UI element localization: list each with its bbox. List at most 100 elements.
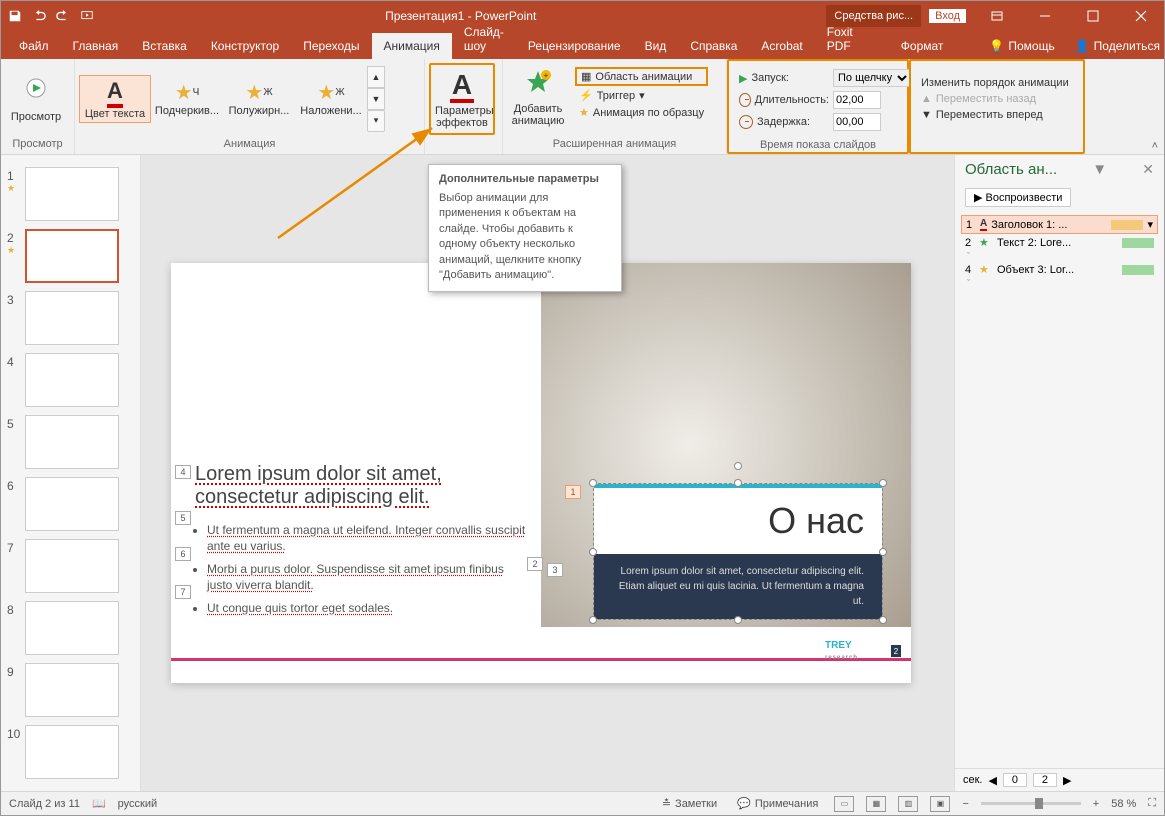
play-icon: ▶ bbox=[739, 72, 747, 85]
slide-subtitle[interactable]: Lorem ipsum dolor sit amet, consectetur … bbox=[594, 554, 882, 619]
anim-gallery-item[interactable]: A Цвет текста bbox=[79, 75, 151, 123]
thumb-6[interactable] bbox=[25, 477, 119, 531]
undo-icon[interactable] bbox=[31, 8, 47, 24]
fit-window-icon[interactable]: ⛶ bbox=[1148, 797, 1156, 810]
ribbon-options-icon[interactable] bbox=[974, 1, 1020, 31]
effect-options-button[interactable]: A Параметры эффектов bbox=[429, 63, 495, 135]
pane-icon: ▦ bbox=[581, 70, 591, 83]
trigger-button[interactable]: ⚡ Триггер▾ bbox=[575, 88, 708, 103]
prev-icon[interactable]: ◀ bbox=[989, 774, 997, 787]
chevron-down-icon[interactable]: ▾ bbox=[1147, 218, 1153, 231]
timeline-cur[interactable] bbox=[1003, 773, 1027, 787]
animation-painter-button[interactable]: ★ Анимация по образцу bbox=[575, 105, 708, 120]
thumb-5[interactable] bbox=[25, 415, 119, 469]
anim-gallery-item[interactable]: ★Ж Полужирн... bbox=[223, 78, 295, 119]
sorter-view-icon[interactable]: ▦ bbox=[866, 796, 886, 812]
start-select[interactable]: По щелчку bbox=[833, 69, 911, 87]
thumb-8[interactable] bbox=[25, 601, 119, 655]
anim-pane-title: Область ан... bbox=[965, 161, 1057, 178]
move-later-button[interactable]: ▼ Переместить вперед bbox=[921, 108, 1069, 122]
anim-tag[interactable]: 3 bbox=[547, 563, 563, 577]
anim-tag[interactable]: 7 bbox=[175, 585, 191, 599]
anim-tag[interactable]: 6 bbox=[175, 547, 191, 561]
anim-tag[interactable]: 4 bbox=[175, 465, 191, 479]
effect-options-icon: A bbox=[435, 69, 489, 103]
slide-title[interactable]: О нас bbox=[594, 484, 882, 554]
expand-icon[interactable]: ˇ bbox=[961, 278, 1158, 288]
close-icon[interactable] bbox=[1118, 1, 1164, 31]
thumb-3[interactable] bbox=[25, 291, 119, 345]
tab-file[interactable]: Файл bbox=[7, 33, 61, 59]
thumb-2[interactable] bbox=[25, 229, 119, 283]
collapse-ribbon-icon[interactable]: ˄ bbox=[1152, 140, 1158, 152]
gallery-more-icon[interactable]: ▾ bbox=[367, 110, 385, 132]
tab-home[interactable]: Главная bbox=[61, 33, 131, 59]
slide-thumbnails-panel[interactable]: 1★ 2★ 3 4 5 6 7 8 9 10 bbox=[1, 155, 141, 791]
close-pane-icon[interactable]: ✕ bbox=[1142, 161, 1154, 178]
share-button[interactable]: 👤Поделиться bbox=[1065, 33, 1165, 59]
slide-bullet-list[interactable]: Ut fermentum a magna ut eleifend. Intege… bbox=[207, 523, 527, 625]
thumb-7[interactable] bbox=[25, 539, 119, 593]
notes-button[interactable]: ≛Заметки bbox=[658, 797, 721, 810]
tab-view[interactable]: Вид bbox=[633, 33, 679, 59]
anim-gallery-item[interactable]: ★Ж Наложени... bbox=[295, 78, 367, 119]
comments-button[interactable]: 💬Примечания bbox=[733, 797, 822, 810]
tab-review[interactable]: Рецензирование bbox=[516, 33, 633, 59]
save-icon[interactable] bbox=[7, 8, 23, 24]
reorder-title: Изменить порядок анимации bbox=[921, 76, 1069, 90]
anim-tag[interactable]: 2 bbox=[527, 557, 543, 571]
slideshow-view-icon[interactable]: ▣ bbox=[930, 796, 950, 812]
slide-accent-bar bbox=[171, 658, 911, 661]
login-button[interactable]: Вход bbox=[929, 9, 966, 23]
thumb-1[interactable] bbox=[25, 167, 119, 221]
normal-view-icon[interactable]: ▭ bbox=[834, 796, 854, 812]
selected-textbox[interactable]: О нас Lorem ipsum dolor sit amet, consec… bbox=[593, 483, 883, 620]
zoom-in-icon[interactable]: + bbox=[1093, 798, 1099, 810]
tab-format[interactable]: Формат bbox=[889, 33, 956, 59]
start-icon[interactable] bbox=[79, 8, 95, 24]
zoom-slider[interactable] bbox=[981, 802, 1081, 805]
pane-dropdown-icon[interactable]: ▼ bbox=[1092, 161, 1107, 178]
tab-design[interactable]: Конструктор bbox=[199, 33, 291, 59]
thumb-4[interactable] bbox=[25, 353, 119, 407]
next-icon[interactable]: ▶ bbox=[1063, 774, 1071, 787]
redo-icon[interactable] bbox=[55, 8, 71, 24]
slide-counter[interactable]: Слайд 2 из 11 bbox=[9, 798, 80, 810]
animation-pane-toggle[interactable]: ▦ Область анимации bbox=[575, 67, 708, 86]
gallery-up-icon[interactable]: ▲ bbox=[367, 66, 385, 88]
spellcheck-icon[interactable]: 📖 bbox=[92, 797, 106, 810]
zoom-level[interactable]: 58 % bbox=[1111, 798, 1136, 810]
duration-input[interactable] bbox=[833, 91, 881, 109]
slide[interactable]: 4 5 6 7 Lorem ipsum dolor sit amet, cons… bbox=[171, 263, 911, 683]
tab-acrobat[interactable]: Acrobat bbox=[749, 33, 814, 59]
tab-transitions[interactable]: Переходы bbox=[291, 33, 371, 59]
maximize-icon[interactable] bbox=[1070, 1, 1116, 31]
timeline-total[interactable] bbox=[1033, 773, 1057, 787]
expand-icon[interactable]: ˇ bbox=[961, 251, 1158, 261]
zoom-out-icon[interactable]: − bbox=[962, 798, 968, 810]
slide-heading[interactable]: Lorem ipsum dolor sit amet, consectetur … bbox=[195, 463, 442, 509]
anim-gallery-item[interactable]: ★Ч Подчеркив... bbox=[151, 78, 223, 119]
tab-help[interactable]: Справка bbox=[678, 33, 749, 59]
delay-input[interactable] bbox=[833, 113, 881, 131]
tab-foxit[interactable]: Foxit PDF bbox=[815, 19, 865, 59]
thumb-9[interactable] bbox=[25, 663, 119, 717]
language-status[interactable]: русский bbox=[118, 798, 157, 810]
tab-slideshow[interactable]: Слайд-шоу bbox=[452, 19, 516, 59]
tab-insert[interactable]: Вставка bbox=[130, 33, 199, 59]
anim-tag[interactable]: 5 bbox=[175, 511, 191, 525]
minimize-icon[interactable] bbox=[1022, 1, 1068, 31]
reading-view-icon[interactable]: ▥ bbox=[898, 796, 918, 812]
anim-list-item[interactable]: 2 ★ Текст 2: Lore... bbox=[961, 234, 1158, 251]
gallery-down-icon[interactable]: ▼ bbox=[367, 88, 385, 110]
play-animations-button[interactable]: ▶ Воспроизвести bbox=[965, 188, 1071, 207]
tell-me[interactable]: 💡Помощь bbox=[979, 33, 1064, 59]
preview-button[interactable]: Просмотр bbox=[5, 71, 67, 127]
thumb-10[interactable] bbox=[25, 725, 119, 779]
clock-icon bbox=[739, 115, 753, 129]
anim-list-item[interactable]: 4 ★ Объект 3: Lor... bbox=[961, 261, 1158, 278]
anim-tag[interactable]: 1 bbox=[565, 485, 581, 499]
add-animation-button[interactable]: + Добавить анимацию bbox=[507, 63, 569, 134]
anim-list-item[interactable]: 1 A Заголовок 1: ... ▾ bbox=[961, 215, 1158, 234]
tab-animations[interactable]: Анимация bbox=[372, 33, 452, 59]
